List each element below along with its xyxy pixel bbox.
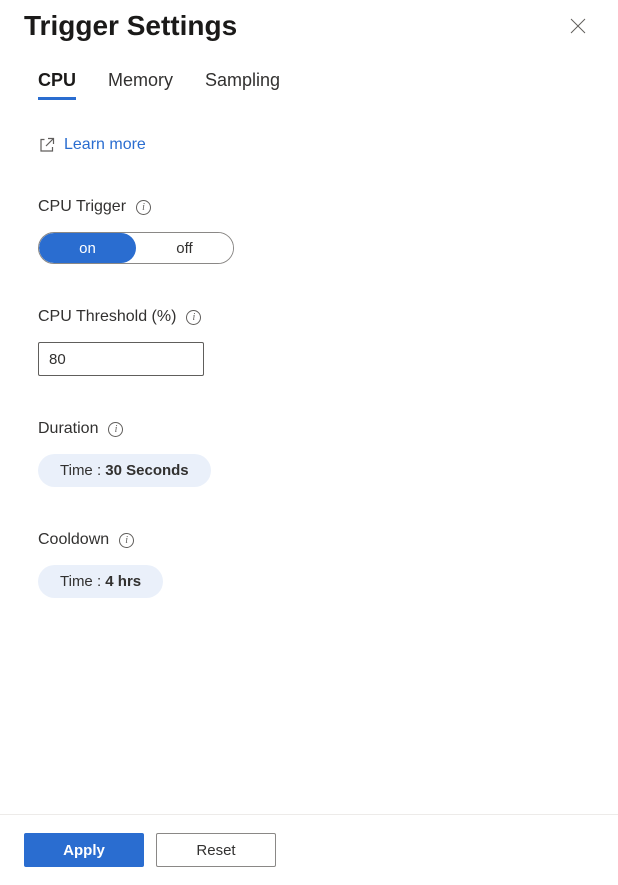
cooldown-pill[interactable]: Time : 4 hrs — [38, 565, 163, 598]
reset-button[interactable]: Reset — [156, 833, 276, 867]
tab-memory[interactable]: Memory — [108, 70, 173, 100]
info-icon[interactable]: i — [108, 422, 123, 437]
info-icon[interactable]: i — [186, 310, 201, 325]
close-icon — [570, 18, 586, 34]
info-icon[interactable]: i — [136, 200, 151, 215]
apply-button[interactable]: Apply — [24, 833, 144, 867]
footer: Apply Reset — [0, 814, 618, 885]
tab-cpu[interactable]: CPU — [38, 70, 76, 100]
external-link-icon — [38, 136, 56, 154]
cpu-trigger-label: CPU Trigger — [38, 198, 126, 216]
duration-prefix: Time : — [60, 462, 105, 479]
learn-more-label: Learn more — [64, 136, 146, 154]
close-button[interactable] — [562, 10, 594, 42]
duration-value: 30 Seconds — [105, 462, 188, 479]
learn-more-link[interactable]: Learn more — [38, 136, 146, 154]
toggle-on[interactable]: on — [39, 233, 136, 263]
cooldown-prefix: Time : — [60, 573, 105, 590]
info-icon[interactable]: i — [119, 533, 134, 548]
duration-pill[interactable]: Time : 30 Seconds — [38, 454, 211, 487]
page-title: Trigger Settings — [24, 10, 237, 42]
cpu-threshold-label: CPU Threshold (%) — [38, 308, 176, 326]
cooldown-label: Cooldown — [38, 531, 109, 549]
cpu-threshold-input[interactable] — [38, 342, 204, 376]
cpu-trigger-toggle[interactable]: on off — [38, 232, 234, 264]
tab-sampling[interactable]: Sampling — [205, 70, 280, 100]
duration-label: Duration — [38, 420, 98, 438]
toggle-off[interactable]: off — [136, 233, 233, 263]
cooldown-value: 4 hrs — [105, 573, 141, 590]
tabs: CPU Memory Sampling — [38, 70, 594, 100]
